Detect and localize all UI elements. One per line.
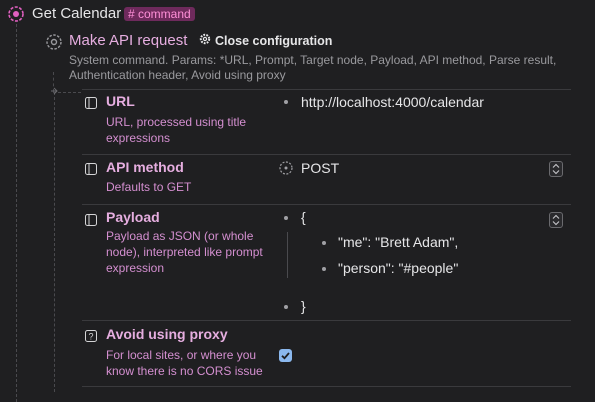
gear-icon bbox=[199, 33, 211, 48]
url-value[interactable]: http://localhost:4000/calendar bbox=[301, 94, 484, 110]
bullet bbox=[322, 241, 326, 245]
property-row-payload: Payload Payload as JSON (or whole node),… bbox=[82, 204, 571, 321]
payload-stepper[interactable] bbox=[549, 212, 563, 228]
property-name: Payload bbox=[106, 209, 160, 225]
tag-badge[interactable]: # command bbox=[124, 7, 195, 21]
svg-text:?: ? bbox=[88, 332, 93, 342]
question-square-icon: ? bbox=[85, 329, 97, 342]
bullet bbox=[284, 305, 288, 309]
bullet bbox=[284, 216, 288, 220]
api-request-title[interactable]: Make API request bbox=[69, 32, 187, 49]
node-title[interactable]: Get Calendar bbox=[32, 5, 121, 22]
api-method-stepper[interactable] bbox=[549, 161, 563, 177]
property-row-url: URL URL, processed using title expressio… bbox=[82, 89, 571, 155]
sidebar-panel-icon bbox=[85, 96, 97, 109]
command-icon[interactable] bbox=[8, 6, 24, 22]
property-name: API method bbox=[106, 159, 184, 175]
property-row-avoid-proxy: ? Avoid using proxy For local sites, or … bbox=[82, 320, 571, 387]
indent-guide bbox=[287, 232, 288, 278]
property-description: URL, processed using title expressions bbox=[106, 115, 247, 145]
command-description: System command. Params: *URL, Prompt, Ta… bbox=[69, 53, 557, 82]
property-name: Avoid using proxy bbox=[106, 326, 228, 342]
property-description: Defaults to GET bbox=[106, 180, 192, 194]
gear-dashed-icon[interactable] bbox=[46, 34, 62, 50]
expand-arrow-icon[interactable] bbox=[49, 86, 59, 96]
payload-line[interactable]: "me": "Brett Adam", bbox=[338, 234, 458, 250]
dashed-circle-icon bbox=[279, 161, 293, 180]
sidebar-panel-icon bbox=[85, 162, 97, 175]
close-configuration-label: Close configuration bbox=[215, 33, 333, 48]
sidebar-panel-icon bbox=[85, 213, 97, 226]
api-method-value[interactable]: POST bbox=[301, 160, 339, 176]
avoid-proxy-checkbox[interactable] bbox=[279, 349, 292, 362]
bullet bbox=[284, 100, 288, 104]
payload-line[interactable]: "person": "#people" bbox=[338, 260, 458, 276]
property-description: For local sites, or where you know there… bbox=[106, 348, 263, 378]
property-row-api-method: API method Defaults to GET POST bbox=[82, 153, 571, 205]
property-description: Payload as JSON (or whole node), interpr… bbox=[106, 229, 263, 275]
close-configuration-button[interactable]: Close configuration bbox=[199, 33, 332, 48]
payload-open-brace[interactable]: { bbox=[301, 209, 306, 225]
property-name: URL bbox=[106, 93, 135, 109]
bullet bbox=[322, 267, 326, 271]
payload-close-brace[interactable]: } bbox=[301, 298, 306, 314]
